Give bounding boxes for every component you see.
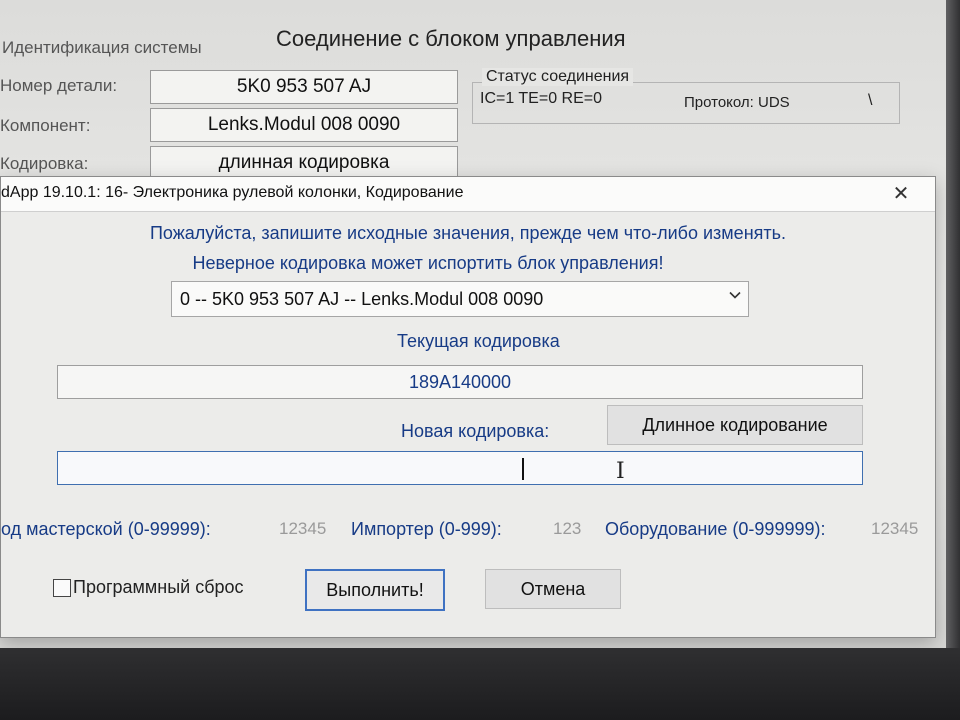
connection-status-values: IC=1 TE=0 RE=0 (480, 90, 602, 107)
workshop-code-label: од мастерской (0-99999): (1, 519, 211, 539)
dialog-titlebar[interactable]: dApp 19.10.1: 16- Электроника рулевой ко… (1, 177, 935, 212)
text-cursor-icon: I (616, 459, 625, 484)
part-number-field: 5K0 953 507 AJ (150, 70, 458, 104)
activity-spinner: \ (868, 92, 873, 109)
connection-status-legend: Статус соединения (482, 68, 634, 86)
system-identification-label: Идентификация системы (2, 38, 202, 57)
module-select[interactable]: 0 -- 5K0 953 507 AJ -- Lenks.Modul 008 0… (171, 281, 749, 317)
equipment-label: Оборудование (0-999999): (605, 519, 826, 539)
module-select-value: 0 -- 5K0 953 507 AJ -- Lenks.Modul 008 0… (180, 289, 544, 309)
component-field: Lenks.Modul 008 0090 (150, 108, 458, 142)
new-coding-input[interactable]: I (57, 451, 863, 485)
new-coding-label: Новая кодировка: (401, 421, 550, 441)
current-coding-label: Текущая кодировка (397, 331, 560, 351)
coding-label: Кодировка: (0, 154, 89, 173)
monitor-bezel-bottom (0, 648, 960, 720)
close-icon[interactable]: ✕ (881, 181, 921, 207)
importer-value[interactable]: 123 (553, 519, 581, 539)
screen: Соединение с блоком управления Идентифик… (0, 0, 946, 648)
soft-reset-label[interactable]: Программный сброс (73, 577, 244, 598)
equipment-value[interactable]: 12345 (871, 519, 918, 539)
protocol-label: Протокол: UDS (684, 94, 790, 111)
current-coding-field: 189A140000 (57, 365, 863, 399)
connection-window: Соединение с блоком управления Идентифик… (0, 0, 946, 200)
cancel-button[interactable]: Отмена (485, 569, 621, 609)
component-label: Компонент: (0, 116, 91, 135)
workshop-code-value[interactable]: 12345 (279, 519, 326, 539)
importer-label: Импортер (0-999): (351, 519, 502, 539)
soft-reset-checkbox[interactable] (53, 579, 71, 597)
dialog-title: dApp 19.10.1: 16- Электроника рулевой ко… (1, 184, 464, 201)
chevron-down-icon[interactable] (728, 288, 742, 307)
long-coding-button[interactable]: Длинное кодирование (607, 405, 863, 445)
execute-button[interactable]: Выполнить! (305, 569, 445, 611)
text-caret (522, 458, 524, 480)
connection-window-title: Соединение с блоком управления (276, 26, 626, 51)
part-number-label: Номер детали: (0, 76, 118, 95)
coding-dialog: dApp 19.10.1: 16- Электроника рулевой ко… (0, 176, 936, 638)
warning-line-1: Пожалуйста, запишите исходные значения, … (149, 223, 787, 243)
coding-field: длинная кодировка (150, 146, 458, 180)
monitor-bezel-side (946, 0, 960, 720)
warning-line-2: Неверное кодировка может испортить блок … (192, 253, 664, 273)
